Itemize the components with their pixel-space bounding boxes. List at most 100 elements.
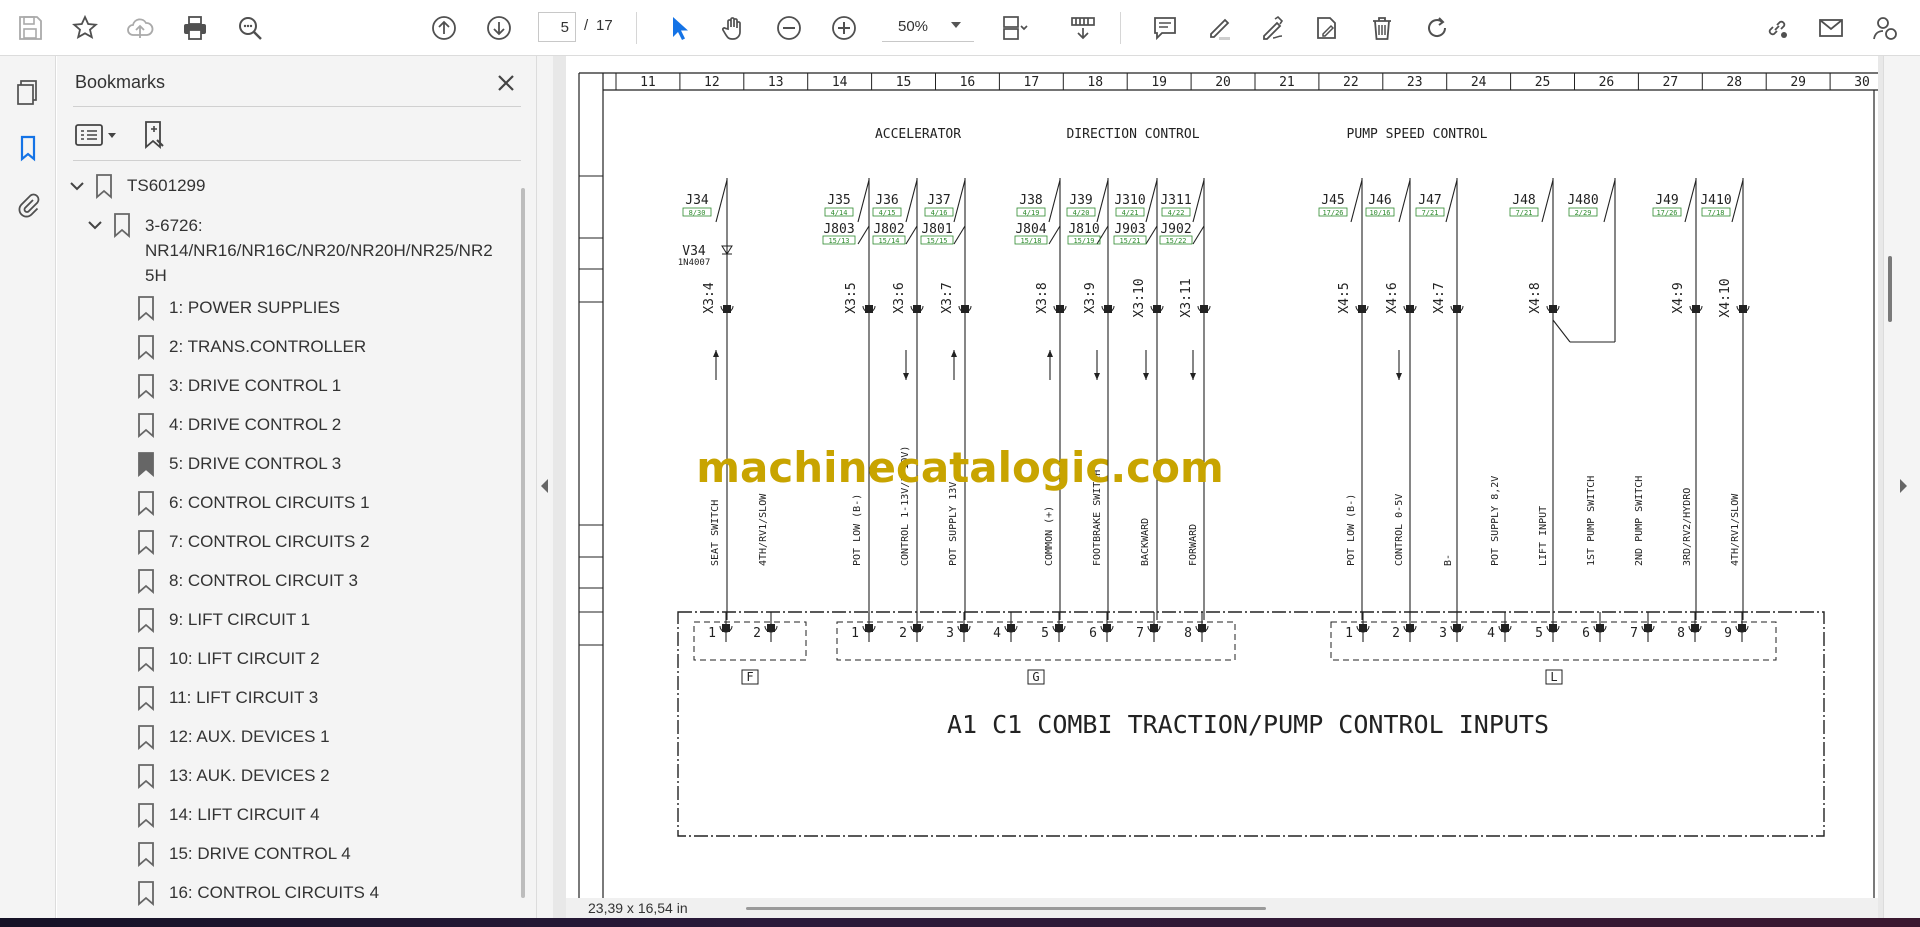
bookmark-group-line: 5H	[145, 266, 167, 285]
schematic-line	[857, 225, 870, 245]
attachments-icon[interactable]	[10, 186, 46, 222]
jumper-ref: 4/14	[831, 209, 848, 217]
signal-arrow	[1047, 350, 1053, 357]
os-taskbar	[0, 918, 1920, 927]
bookmark-item[interactable]: 1: POWER SUPPLIES	[135, 293, 340, 323]
column-number: 19	[1151, 75, 1167, 90]
signal-label: COMMON (+)	[1044, 506, 1055, 566]
page-thumbnails-icon[interactable]	[10, 74, 46, 110]
bookmark-ribbon-icon	[138, 491, 154, 516]
zoom-out-icon[interactable]	[770, 9, 808, 47]
connector-label: X3:11	[1179, 278, 1194, 317]
zoom-caret-icon[interactable]	[951, 22, 961, 28]
next-page-icon[interactable]	[480, 9, 518, 47]
jumper-label: J311	[1160, 193, 1191, 208]
bookmark-label: 1: POWER SUPPLIES	[169, 298, 340, 317]
bookmark-item[interactable]: 6: CONTROL CIRCUITS 1	[135, 488, 370, 518]
bookmark-label: 4: DRIVE CONTROL 2	[169, 415, 342, 434]
column-number: 11	[640, 75, 656, 90]
column-number: 16	[960, 75, 976, 90]
zoom-in-icon[interactable]	[825, 9, 863, 47]
schematic-line	[1145, 225, 1158, 245]
bookmark-label: 11: LIFT CIRCUIT 3	[169, 688, 319, 707]
select-cursor-icon[interactable]	[660, 9, 698, 47]
page-number-input[interactable]: 5	[538, 12, 576, 42]
expand-right-panel-icon[interactable]	[1900, 479, 1907, 493]
schematic-page[interactable]: 11 12 13 14 15 16 17 18 19 20 21 22 23 24 25 26 27 28 29 30…	[566, 56, 1878, 898]
bookmark-item[interactable]: 2: TRANS.CONTROLLER	[135, 332, 366, 362]
chevron-down-icon[interactable]	[87, 217, 103, 233]
jumper-ref: 17/26	[1656, 209, 1677, 217]
close-icon[interactable]	[491, 68, 521, 98]
toolbar-divider	[636, 12, 637, 44]
bookmark-item[interactable]: 10: LIFT CIRCUIT 2	[135, 644, 320, 674]
watermark-text: machinecatalogic.com	[696, 443, 1223, 492]
print-icon[interactable]	[176, 9, 214, 47]
bookmark-item[interactable]: 11: LIFT CIRCUIT 3	[135, 683, 318, 713]
schematic-line	[905, 179, 918, 223]
bookmark-ribbon-icon	[96, 174, 112, 199]
rotate-icon[interactable]	[1418, 9, 1456, 47]
section-title: ACCELERATOR	[875, 127, 961, 142]
email-icon[interactable]	[1812, 9, 1850, 47]
bookmarks-icon[interactable]	[10, 130, 46, 166]
bookmark-item[interactable]: 3: DRIVE CONTROL 1	[135, 371, 341, 401]
connector-label: X3:8	[1035, 282, 1050, 313]
jumper-ref: 4/16	[931, 209, 948, 217]
pin-number: 5	[1041, 626, 1049, 641]
jumper-label: J803	[823, 222, 854, 237]
bookmark-item[interactable]: 5: DRIVE CONTROL 3	[135, 449, 341, 479]
column-number: 26	[1599, 75, 1615, 90]
bookmark-scrollbar[interactable]	[521, 188, 525, 898]
jumper-ref: 15/22	[1165, 237, 1186, 245]
scroll-mode-icon[interactable]	[1064, 9, 1102, 47]
draw-icon[interactable]	[1254, 9, 1292, 47]
previous-page-icon[interactable]	[425, 9, 463, 47]
account-icon[interactable]	[1866, 9, 1904, 47]
bookmark-ribbon-icon	[138, 725, 154, 750]
bookmark-item[interactable]: 15: DRIVE CONTROL 4	[135, 839, 351, 869]
column-number: 29	[1790, 75, 1806, 90]
delete-icon[interactable]	[1363, 9, 1401, 47]
bookmark-item[interactable]: 4: DRIVE CONTROL 2	[135, 410, 341, 440]
bookmark-item[interactable]: 16: CONTROL CIRCUITS 4	[135, 878, 379, 908]
bookmark-item[interactable]: 13: AUK. DEVICES 2	[135, 761, 330, 791]
connector-label: X4:6	[1385, 282, 1400, 313]
star-icon[interactable]	[66, 9, 104, 47]
cloud-upload-icon[interactable]	[121, 9, 159, 47]
vertical-scrollbar[interactable]	[1888, 256, 1892, 322]
jumper-label: J804	[1015, 222, 1046, 237]
share-link-icon[interactable]	[1758, 9, 1796, 47]
chevron-down-icon[interactable]	[69, 178, 85, 194]
jumper-ref: 15/13	[828, 237, 849, 245]
bookmark-ribbon-icon	[114, 213, 130, 238]
horizontal-scrollbar[interactable]	[746, 907, 1266, 910]
signal-label: POT SUPPLY 8,2V	[1490, 476, 1501, 566]
pin-number: 6	[1582, 626, 1590, 641]
highlight-pen-icon[interactable]	[1200, 9, 1238, 47]
page-display-icon[interactable]	[995, 9, 1033, 47]
sign-icon[interactable]	[1308, 9, 1346, 47]
find-zoom-icon[interactable]	[231, 9, 269, 47]
bookmark-item[interactable]: 14: LIFT CIRCUIT 4	[135, 800, 320, 830]
collapse-panel-icon[interactable]	[541, 479, 548, 493]
signal-arrow	[903, 373, 909, 380]
jumper-label: J903	[1114, 222, 1145, 237]
bookmark-group-label[interactable]: 3-6726: NR14/NR16/NR16C/NR20/NR20H/NR25/…	[145, 213, 493, 288]
panel-splitter[interactable]	[537, 56, 553, 918]
jumper-ref: 7/21	[1422, 209, 1439, 217]
column-number: 17	[1024, 75, 1040, 90]
bookmark-options-button[interactable]	[73, 119, 121, 151]
schematic-line	[1541, 179, 1554, 223]
bookmark-ribbon-icon	[138, 647, 154, 672]
bookmark-root[interactable]: TS601299	[69, 171, 205, 201]
bookmark-group[interactable]	[87, 210, 145, 240]
bookmark-item[interactable]: 7: CONTROL CIRCUITS 2	[135, 527, 370, 557]
comment-icon[interactable]	[1146, 9, 1184, 47]
bookmark-item[interactable]: 9: LIFT CIRCUIT 1	[135, 605, 310, 635]
bookmark-item[interactable]: 12: AUX. DEVICES 1	[135, 722, 330, 752]
bookmark-item[interactable]: 8: CONTROL CIRCUIT 3	[135, 566, 358, 596]
hand-tool-icon[interactable]	[715, 9, 753, 47]
save-icon[interactable]	[11, 9, 49, 47]
new-bookmark-button[interactable]	[137, 118, 171, 152]
